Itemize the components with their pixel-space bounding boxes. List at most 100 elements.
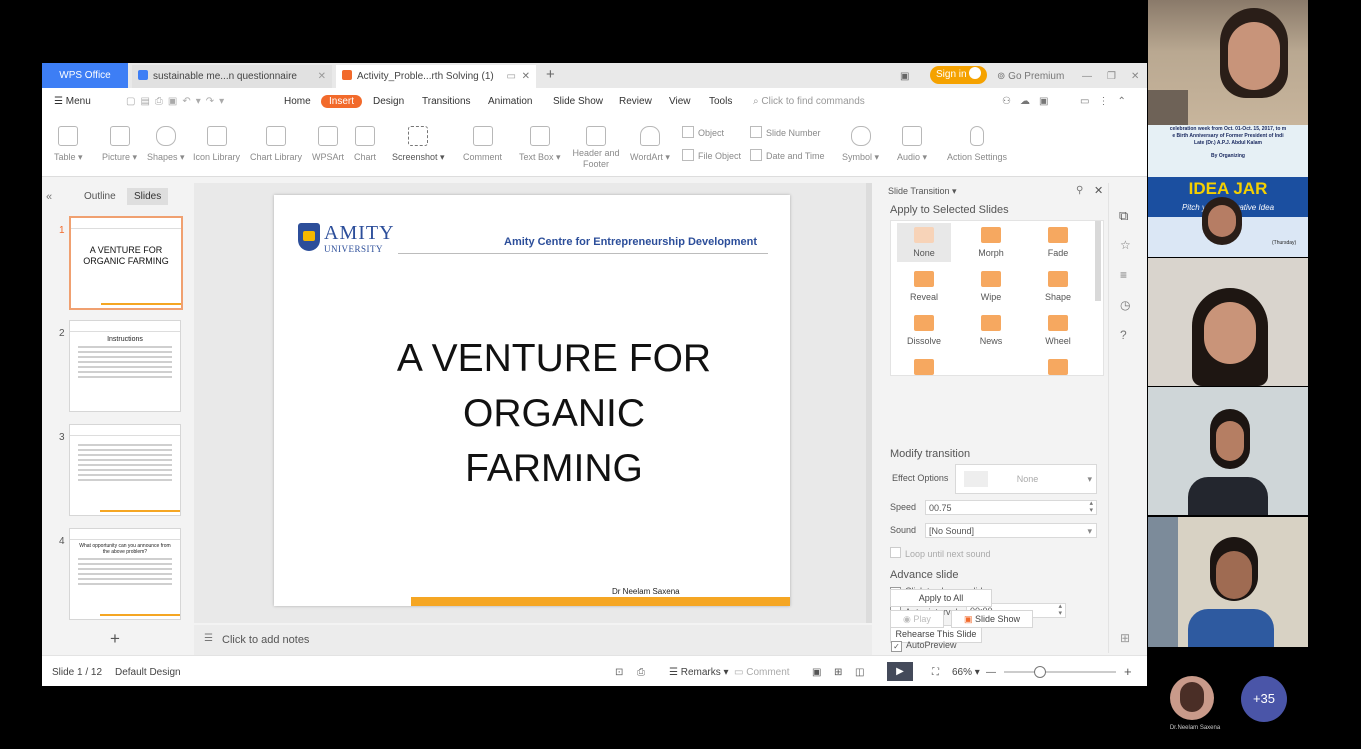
table-button[interactable]: Table ▾ [54,126,83,163]
share-cloud-icons[interactable]: ⚇☁▣ [1002,96,1057,107]
spinner-icon[interactable]: ▴ ▾ [1058,603,1062,617]
tab-home[interactable]: Home [284,96,311,107]
collapse-ribbon-icons[interactable]: ▭⋮⌃ [1080,96,1135,107]
participant-video-5[interactable] [1148,517,1308,647]
participant-video-2[interactable]: IDEA JAR Pitch your Innovative Idea (Thu… [1148,177,1308,257]
tab-transitions[interactable]: Transitions [422,96,471,107]
tab-animation[interactable]: Animation [488,96,532,107]
participant-video-1[interactable] [1148,0,1308,130]
transition-wheel[interactable]: Wheel [1031,315,1085,346]
close-tab-icon[interactable]: ✕ [318,65,326,88]
comment-button[interactable]: Comment [463,126,502,162]
participant-video-3[interactable] [1148,258,1308,386]
transition-shape[interactable]: Shape [1031,271,1085,302]
screenshot-button[interactable]: Screenshot ▾ [392,126,445,163]
tab-pin-icon[interactable]: ▭ [507,65,516,88]
grid-icon[interactable]: ⊞ [1120,631,1130,645]
command-search[interactable]: ⌕ Click to find commands [753,96,865,107]
tab-design[interactable]: Design [373,96,404,107]
slide-thumbnail-1[interactable]: A VENTURE FOR ORGANIC FARMING [69,216,183,310]
zoom-in-icon[interactable]: + [1124,664,1132,679]
transition-wipe[interactable]: Wipe [964,271,1018,302]
action-settings-button[interactable]: Action Settings [947,126,1007,162]
more-participants-button[interactable]: +35 [1241,676,1287,722]
restore-icon[interactable]: ❐ [1107,65,1116,88]
tab-view[interactable]: View [669,96,691,107]
remarks-button[interactable]: ☰ Remarks ▾ [669,667,729,678]
picture-button[interactable]: Picture ▾ [102,126,137,163]
reading-view-icon[interactable]: ◫ [855,667,864,678]
spinner-icon[interactable]: ▴ ▾ [1089,500,1093,514]
collapse-panel-icon[interactable]: « [46,191,52,203]
main-menu-button[interactable]: ☰ Menu [54,96,91,107]
slide-thumbnail-4[interactable]: What opportunity can you announce from t… [69,528,181,620]
tab-tools[interactable]: Tools [709,96,732,107]
zoom-out-icon[interactable]: — [986,667,996,678]
wpsart-button[interactable]: WPSArt [312,126,344,162]
pane-title[interactable]: Slide Transition ▾ [888,186,957,197]
sign-in-button[interactable]: Sign in [930,66,988,84]
play-button[interactable]: ◉ Play [890,610,944,628]
minimize-icon[interactable]: — [1082,65,1092,88]
design-name[interactable]: Default Design [115,667,181,678]
loop-checkbox[interactable]: Loop until next sound [890,547,991,559]
normal-view-icon[interactable]: ▣ [812,667,821,678]
object-button[interactable]: Object [682,126,724,138]
file-object-button[interactable]: File Object [682,149,741,161]
close-window-icon[interactable]: ✕ [1131,65,1139,88]
comment-toggle[interactable]: ▭ Comment [734,667,790,678]
slide-thumbnail-3[interactable] [69,424,181,516]
sound-select[interactable]: [No Sound] ▾ [925,523,1097,538]
transition-morph[interactable]: Morph [964,227,1018,258]
slide-thumbnail-2[interactable]: Instructions [69,320,181,412]
transition-none[interactable]: None [897,223,951,262]
icon-library-button[interactable]: Icon Library [193,126,240,162]
header-footer-button[interactable]: Header and Footer [568,126,624,170]
fit-icon[interactable]: ⊡ [615,667,623,678]
notes-area[interactable]: ☰ Click to add notes [194,625,872,655]
close-pane-icon[interactable]: ✕ [1094,184,1103,197]
fit-window-icon[interactable]: ⛶ [932,667,939,678]
play-slideshow-button[interactable]: ▶ [887,662,913,681]
gallery-scrollbar[interactable] [1095,221,1101,301]
tab-document-1[interactable]: sustainable me...n questionnaire ✕ [132,65,332,88]
help-icon[interactable]: ? [1120,328,1127,342]
participant-video-4[interactable] [1148,387,1308,515]
close-tab-icon[interactable]: ✕ [522,65,530,88]
new-tab-button[interactable]: + [546,63,555,86]
wordart-button[interactable]: WordArt ▾ [630,126,670,163]
tab-outline[interactable]: Outline [84,191,116,202]
audio-button[interactable]: Audio ▾ [897,126,927,163]
tab-insert[interactable]: Insert [321,95,363,108]
shapes-button[interactable]: Shapes ▾ [147,126,185,163]
tab-slides[interactable]: Slides [127,188,169,205]
add-slide-button[interactable]: + [110,629,120,649]
tab-review[interactable]: Review [619,96,652,107]
go-premium-button[interactable]: ⊚ Go Premium [997,65,1064,88]
transition-fade[interactable]: Fade [1031,227,1085,258]
layout-icon[interactable]: ▣ [900,65,909,88]
autopreview-checkbox[interactable]: ✓ AutoPreview [891,640,957,652]
transition-more[interactable] [897,359,951,375]
tab-slide-show[interactable]: Slide Show [553,96,603,107]
chart-button[interactable]: Chart [354,126,376,162]
transition-news[interactable]: News [964,315,1018,346]
transition-pane-icon[interactable]: ⧉ [1119,208,1128,224]
slide-show-button[interactable]: ▣ Slide Show [951,610,1033,628]
reading-mode-icon[interactable]: ⎙ [637,667,645,678]
slide-1[interactable]: AMITY UNIVERSITY Amity Centre for Entrep… [274,195,790,606]
self-avatar[interactable] [1170,676,1214,720]
history-icon[interactable]: ◷ [1120,298,1130,312]
date-time-button[interactable]: Date and Time [750,149,825,161]
quick-access-toolbar[interactable]: ▢▤⎙▣↶▾↷▾ [126,96,229,107]
apply-to-all-button[interactable]: Apply to All [890,589,992,607]
symbol-button[interactable]: Symbol ▾ [842,126,879,163]
pin-icon[interactable]: ⚲ [1076,185,1083,196]
text-box-button[interactable]: Text Box ▾ [519,126,561,163]
transition-more[interactable] [1031,359,1085,375]
properties-icon[interactable]: ≡ [1120,268,1127,282]
tab-document-2[interactable]: Activity_Proble...rth Solving (1) ▭ ✕ [336,65,536,88]
chart-library-button[interactable]: Chart Library [250,126,302,162]
zoom-slider-handle[interactable] [1034,666,1046,678]
transition-dissolve[interactable]: Dissolve [897,315,951,346]
